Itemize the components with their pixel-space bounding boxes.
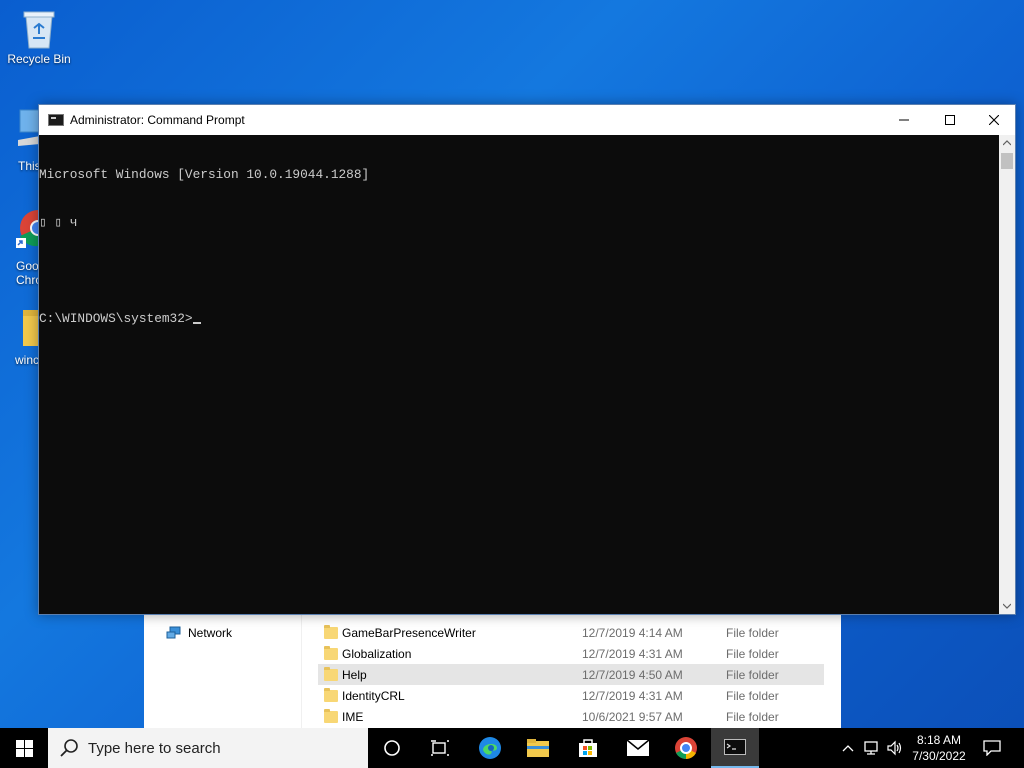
- list-item[interactable]: Help 12/7/2019 4:50 AM File folder: [318, 664, 824, 685]
- clock-date: 7/30/2022: [912, 749, 966, 763]
- scroll-down-button[interactable]: [999, 598, 1015, 614]
- file-name: IME: [342, 709, 364, 724]
- recycle-bin-icon: [22, 8, 56, 50]
- chrome-icon: [16, 210, 56, 248]
- file-type: File folder: [726, 709, 779, 724]
- folder-icon: [324, 687, 338, 702]
- edge-taskbar-button[interactable]: [466, 728, 514, 768]
- store-taskbar-button[interactable]: [564, 728, 612, 768]
- start-button[interactable]: [0, 728, 48, 768]
- notification-icon: [983, 740, 1001, 756]
- scroll-thumb[interactable]: [1001, 153, 1013, 169]
- file-date: 12/7/2019 4:31 AM: [582, 646, 683, 661]
- chevron-down-icon: [1003, 603, 1011, 609]
- taskbar: Type here to search 8:18 AM 7/30/2022: [0, 728, 1024, 768]
- text-cursor: [192, 322, 201, 324]
- chrome-icon: [675, 737, 697, 760]
- network-tray-button[interactable]: [860, 728, 884, 768]
- maximize-icon: [945, 115, 955, 125]
- file-explorer-window: Network GameBarPresenceWriter 12/7/2019 …: [144, 614, 841, 734]
- folder-icon: [324, 708, 338, 723]
- list-item[interactable]: Globalization 12/7/2019 4:31 AM File fol…: [318, 643, 824, 664]
- mail-icon: [626, 739, 650, 756]
- nav-item-network[interactable]: Network: [166, 626, 232, 640]
- window-title: Administrator: Command Prompt: [70, 113, 245, 127]
- task-view-icon: [431, 740, 449, 756]
- show-hidden-icons-button[interactable]: [838, 728, 858, 768]
- network-icon: [166, 626, 181, 639]
- file-type: File folder: [726, 667, 779, 682]
- close-button[interactable]: [971, 105, 1017, 135]
- cmd-app-icon[interactable]: [48, 114, 64, 126]
- file-date: 12/7/2019 4:31 AM: [582, 688, 683, 703]
- recycle-bin-label: Recycle Bin: [7, 52, 71, 66]
- minimize-icon: [899, 119, 909, 121]
- console-output[interactable]: Microsoft Windows [Version 10.0.19044.12…: [39, 135, 998, 614]
- maximize-button[interactable]: [927, 105, 973, 135]
- list-item[interactable]: IdentityCRL 12/7/2019 4:31 AM File folde…: [318, 685, 824, 706]
- list-item[interactable]: IME 10/6/2021 9:57 AM File folder: [318, 706, 824, 727]
- file-type: File folder: [726, 688, 779, 703]
- computer-icon: [18, 109, 41, 146]
- folder-desktop-icon[interactable]: winc: [15, 306, 41, 367]
- folder-icon: [23, 310, 41, 346]
- list-item[interactable]: GameBarPresenceWriter 12/7/2019 4:14 AM …: [318, 622, 824, 643]
- search-icon: [60, 739, 78, 757]
- file-explorer-taskbar-button[interactable]: [514, 728, 562, 768]
- file-name: IdentityCRL: [342, 688, 405, 703]
- taskbar-clock[interactable]: 8:18 AM 7/30/2022: [908, 732, 970, 764]
- mail-taskbar-button[interactable]: [614, 728, 662, 768]
- windows-logo-icon: [15, 739, 33, 757]
- cmd-title-bar[interactable]: Administrator: Command Prompt: [39, 105, 1015, 135]
- cortana-button[interactable]: [368, 728, 416, 768]
- cortana-icon: [384, 740, 400, 756]
- console-line: ▯ ▯ ч: [39, 215, 78, 230]
- folder-icon: [324, 666, 338, 681]
- file-type: File folder: [726, 625, 779, 640]
- chrome-taskbar-button[interactable]: [662, 728, 710, 768]
- file-name: Help: [342, 667, 367, 682]
- chevron-up-icon: [1003, 140, 1011, 146]
- file-name: Globalization: [342, 646, 412, 661]
- console-prompt: C:\WINDOWS\system32>: [39, 311, 193, 326]
- command-prompt-window[interactable]: Administrator: Command Prompt Microsoft …: [38, 104, 1016, 615]
- chevron-up-icon: [842, 745, 854, 752]
- explorer-nav-pane: Network: [144, 614, 302, 734]
- taskbar-search-box[interactable]: Type here to search: [48, 728, 368, 768]
- search-placeholder: Type here to search: [88, 739, 221, 757]
- speaker-icon: [887, 740, 902, 756]
- volume-tray-button[interactable]: [884, 728, 906, 768]
- close-icon: [989, 115, 999, 125]
- file-date: 12/7/2019 4:14 AM: [582, 625, 683, 640]
- minimize-button[interactable]: [881, 105, 927, 135]
- action-center-button[interactable]: [978, 728, 1006, 768]
- file-name: GameBarPresenceWriter: [342, 625, 476, 640]
- file-explorer-icon: [527, 739, 549, 757]
- clock-time: 8:18 AM: [916, 733, 962, 747]
- folder-label: winc: [15, 353, 40, 367]
- folder-icon: [324, 645, 338, 660]
- scroll-up-button[interactable]: [999, 135, 1015, 151]
- store-icon: [579, 739, 597, 757]
- nav-network-label: Network: [188, 626, 233, 640]
- file-date: 12/7/2019 4:50 AM: [582, 667, 683, 682]
- recycle-bin-desktop-icon[interactable]: Recycle Bin: [1, 8, 77, 66]
- task-view-button[interactable]: [416, 728, 464, 768]
- file-date: 10/6/2021 9:57 AM: [582, 709, 683, 724]
- vertical-scrollbar[interactable]: [999, 135, 1015, 614]
- network-status-icon: [864, 741, 878, 755]
- console-prompt-line: C:\WINDOWS\system32>: [39, 311, 998, 327]
- folder-icon: [324, 624, 338, 639]
- file-type: File folder: [726, 646, 779, 661]
- cmd-taskbar-button[interactable]: [711, 728, 759, 768]
- cmd-icon: [724, 739, 746, 755]
- console-line: Microsoft Windows [Version 10.0.19044.12…: [39, 167, 370, 182]
- edge-icon: [479, 737, 501, 759]
